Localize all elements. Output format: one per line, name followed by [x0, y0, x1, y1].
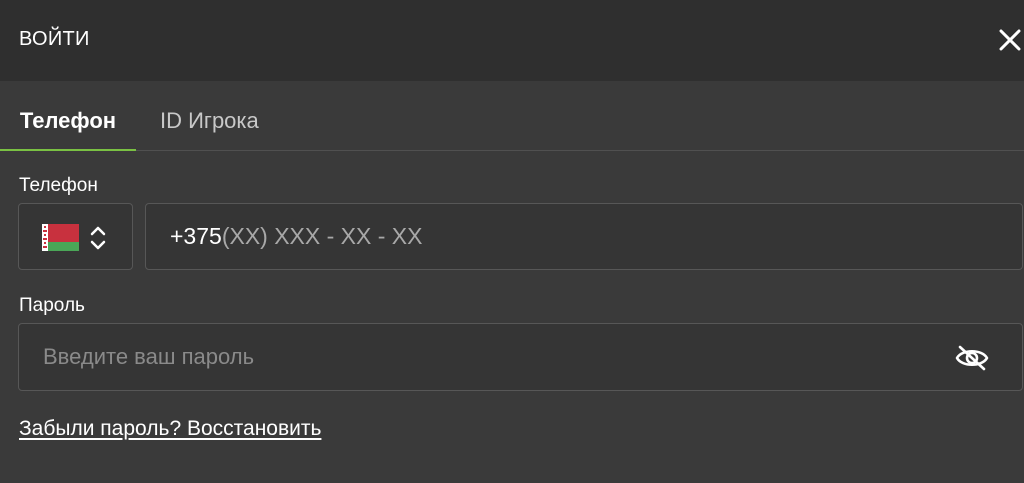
login-tabs: Телефон ID Игрока — [0, 81, 1024, 151]
eye-hidden-icon[interactable] — [954, 344, 990, 372]
modal-title: ВОЙТИ — [19, 28, 90, 50]
tab-player-id[interactable]: ID Игрока — [160, 81, 259, 150]
password-placeholder: Введите ваш пароль — [43, 344, 255, 369]
tab-phone[interactable]: Телефон — [0, 81, 136, 151]
phone-input[interactable]: +375(XX) XXX - XX - XX — [145, 203, 1023, 270]
forgot-password-link[interactable]: Забыли пароль? Восстановить — [19, 417, 321, 441]
phone-prefix: +375 — [170, 223, 222, 249]
country-selector[interactable] — [18, 203, 133, 270]
chevron-updown-icon — [90, 226, 106, 250]
password-input[interactable]: Введите ваш пароль — [18, 323, 1023, 391]
modal-header: ВОЙТИ — [0, 0, 1024, 81]
password-label: Пароль — [19, 295, 85, 316]
phone-label: Телефон — [19, 175, 98, 196]
phone-mask: (XX) XXX - XX - XX — [221, 223, 423, 249]
belarus-flag-icon — [42, 224, 79, 251]
close-icon[interactable] — [996, 26, 1024, 54]
